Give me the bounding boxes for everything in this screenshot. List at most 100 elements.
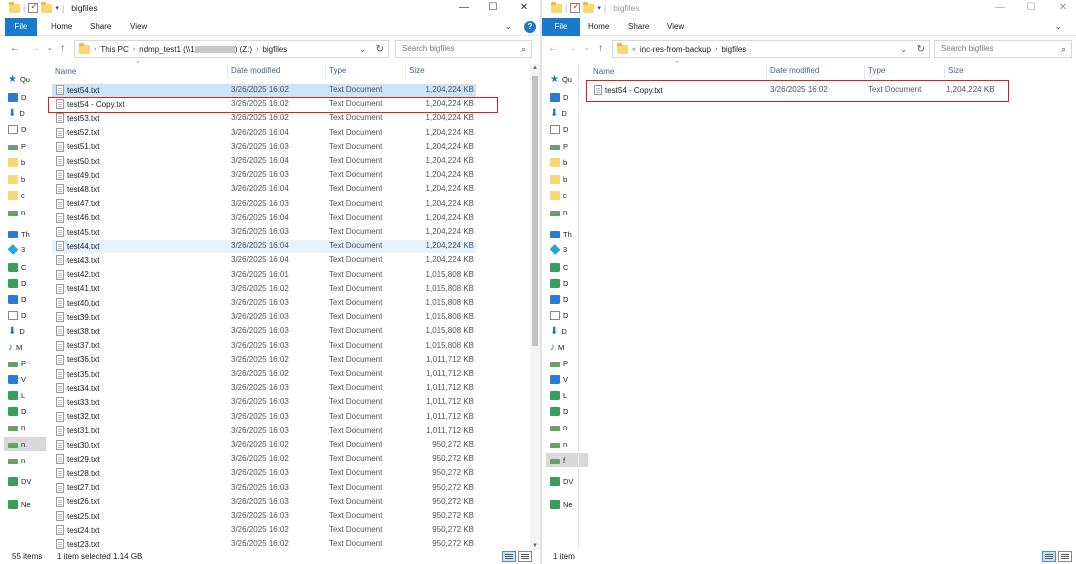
nav-item[interactable]: L — [550, 388, 588, 402]
nav-item[interactable]: ♪ M — [550, 340, 588, 354]
refresh-icon[interactable]: ↻ — [376, 44, 384, 55]
nav-item[interactable]: D — [550, 90, 588, 104]
nav-item[interactable]: D — [8, 276, 46, 290]
file-row[interactable]: test41.txt 3/26/2025 16:02 Text Document 1,… — [52, 283, 476, 296]
file-row[interactable]: test36.txt 3/26/2025 16:02 Text Document 1,… — [52, 354, 476, 367]
nav-item[interactable]: Th — [550, 227, 588, 241]
file-row[interactable]: test50.txt 3/26/2025 16:04 Text Document 1,… — [52, 155, 476, 168]
nav-item[interactable]: ⬇ D — [8, 324, 46, 338]
column-header-type[interactable]: Type — [325, 65, 346, 79]
nav-item[interactable]: ★ Qu — [8, 72, 46, 86]
vertical-scrollbar[interactable]: ▲ ▼ — [530, 64, 540, 550]
address-bar[interactable]: « inc-res-from-backup › bigfiles ⌄ ↻ — [612, 40, 930, 58]
search-input[interactable]: Search bigfiles ⌕ — [934, 40, 1072, 58]
file-row[interactable]: test46.txt 3/26/2025 16:04 Text Document 1,… — [52, 212, 476, 225]
nav-item[interactable]: n — [550, 437, 588, 451]
nav-item[interactable]: c — [8, 188, 46, 202]
file-row[interactable]: test29.txt 3/26/2025 16:02 Text Document 95… — [52, 453, 476, 466]
tab-share[interactable]: Share — [90, 18, 111, 36]
file-row[interactable]: test47.txt 3/26/2025 16:03 Text Document 1,… — [52, 198, 476, 211]
new-folder-icon[interactable] — [583, 1, 595, 13]
file-row[interactable]: test48.txt 3/26/2025 16:04 Text Document 1,… — [52, 183, 476, 196]
nav-item[interactable]: DV — [550, 474, 588, 488]
maximize-button[interactable]: ☐ — [478, 1, 508, 15]
details-view-button[interactable] — [502, 551, 516, 562]
close-button[interactable]: ✕ — [509, 1, 539, 15]
tab-home[interactable]: Home — [588, 18, 609, 36]
nav-item[interactable]: Th — [8, 227, 46, 241]
nav-item[interactable]: D — [550, 276, 588, 290]
file-row[interactable]: test31.txt 3/26/2025 16:03 Text Document 1,… — [52, 425, 476, 438]
file-row[interactable]: test52.txt 3/26/2025 16:04 Text Document 1,… — [52, 127, 476, 140]
nav-item[interactable]: D — [8, 308, 46, 322]
new-folder-icon[interactable] — [41, 1, 53, 13]
file-row[interactable]: test51.txt 3/26/2025 16:03 Text Document 1,… — [52, 141, 476, 154]
nav-item[interactable]: D — [550, 404, 588, 418]
customize-toolbar-icon[interactable]: ▾ — [597, 4, 601, 12]
forward-button[interactable]: → — [567, 43, 577, 54]
nav-item[interactable]: P — [8, 356, 46, 370]
breadcrumb-inc-res-from-backup[interactable]: inc-res-from-backup — [640, 45, 711, 54]
nav-item[interactable]: c — [550, 188, 588, 202]
maximize-button[interactable]: ☐ — [1016, 1, 1046, 15]
address-bar[interactable]: › This PC › ndmp_test1 (\\1) (Z:) › bigf… — [74, 40, 389, 58]
file-row[interactable]: test54.txt 3/26/2025 16:02 Text Document 1,… — [52, 84, 476, 97]
pane-splitter[interactable] — [578, 64, 579, 548]
file-row[interactable]: test44.txt 3/26/2025 16:04 Text Document 1,… — [52, 240, 476, 254]
scroll-up-arrow-icon[interactable]: ▲ — [530, 65, 540, 71]
nav-item[interactable]: V — [550, 372, 588, 386]
nav-item[interactable]: D — [8, 90, 46, 104]
back-button[interactable]: ← — [10, 43, 20, 54]
breadcrumb-bigfiles[interactable]: bigfiles — [262, 45, 287, 54]
tab-view[interactable]: View — [667, 18, 684, 36]
file-row[interactable]: test39.txt 3/26/2025 16:03 Text Document 1,… — [52, 311, 476, 324]
nav-item[interactable]: n — [8, 420, 46, 434]
nav-item[interactable]: ★ Qu — [550, 72, 588, 86]
forward-button[interactable]: → — [30, 43, 40, 54]
file-row[interactable]: test43.txt 3/26/2025 16:04 Text Document 1,… — [52, 254, 476, 267]
minimize-button[interactable]: — — [985, 1, 1015, 15]
back-button[interactable]: ← — [548, 43, 558, 54]
breadcrumb-bigfiles[interactable]: bigfiles — [721, 45, 746, 54]
file-row[interactable]: test38.txt 3/26/2025 16:03 Text Document 1,… — [52, 325, 476, 338]
help-icon[interactable]: ? — [524, 21, 536, 33]
nav-item[interactable]: P — [550, 139, 588, 153]
scroll-down-arrow-icon[interactable]: ▼ — [530, 543, 540, 549]
column-header-size[interactable]: Size — [944, 65, 964, 79]
details-view-button[interactable] — [1042, 551, 1056, 562]
nav-item[interactable]: P — [8, 139, 46, 153]
nav-item[interactable]: C — [8, 260, 46, 274]
properties-icon[interactable] — [28, 1, 39, 13]
file-row[interactable]: test24.txt 3/26/2025 16:02 Text Document 95… — [52, 524, 476, 537]
tab-share[interactable]: Share — [628, 18, 649, 36]
breadcrumb-drive[interactable]: ndmp_test1 (\\1) (Z:) — [139, 45, 252, 54]
file-row[interactable]: test32.txt 3/26/2025 16:03 Text Document 1,… — [52, 411, 476, 424]
recent-locations-icon[interactable]: ⌄ — [584, 44, 590, 52]
nav-item[interactable]: Ne — [8, 497, 46, 511]
tab-file[interactable]: File — [5, 18, 37, 36]
breadcrumb-this-pc[interactable]: This PC — [100, 45, 128, 54]
recent-locations-icon[interactable]: ⌄ — [47, 44, 53, 52]
file-row[interactable]: test35.txt 3/26/2025 16:02 Text Document 1,… — [52, 368, 476, 381]
column-header-date[interactable]: Date modified — [766, 65, 819, 79]
nav-item[interactable]: 3 — [8, 242, 46, 256]
nav-item[interactable]: D — [8, 292, 46, 306]
tab-view[interactable]: View — [130, 18, 147, 36]
customize-toolbar-icon[interactable]: ▾ — [55, 4, 59, 12]
nav-item[interactable]: ⬇ D — [550, 324, 588, 338]
file-row[interactable]: test37.txt 3/26/2025 16:03 Text Document 1,… — [52, 340, 476, 353]
nav-item[interactable]: 3 — [550, 242, 588, 256]
expand-ribbon-icon[interactable]: ⌄ — [1054, 21, 1062, 32]
refresh-icon[interactable]: ↻ — [917, 44, 925, 55]
column-header-name[interactable]: Name — [593, 67, 614, 76]
nav-item[interactable]: P — [550, 356, 588, 370]
file-row[interactable]: test40.txt 3/26/2025 16:03 Text Document 1,… — [52, 297, 476, 310]
nav-item[interactable]: n — [4, 437, 46, 451]
expand-ribbon-icon[interactable]: ⌄ — [504, 21, 512, 32]
file-row[interactable]: test26.txt 3/26/2025 16:03 Text Document 95… — [52, 496, 476, 509]
up-button[interactable]: ↑ — [598, 43, 603, 54]
search-input[interactable]: Search bigfiles ⌕ — [395, 40, 532, 58]
nav-item[interactable]: Ne — [550, 497, 588, 511]
chevron-down-icon[interactable]: ⌄ — [359, 45, 366, 54]
nav-item[interactable]: b — [550, 155, 588, 169]
